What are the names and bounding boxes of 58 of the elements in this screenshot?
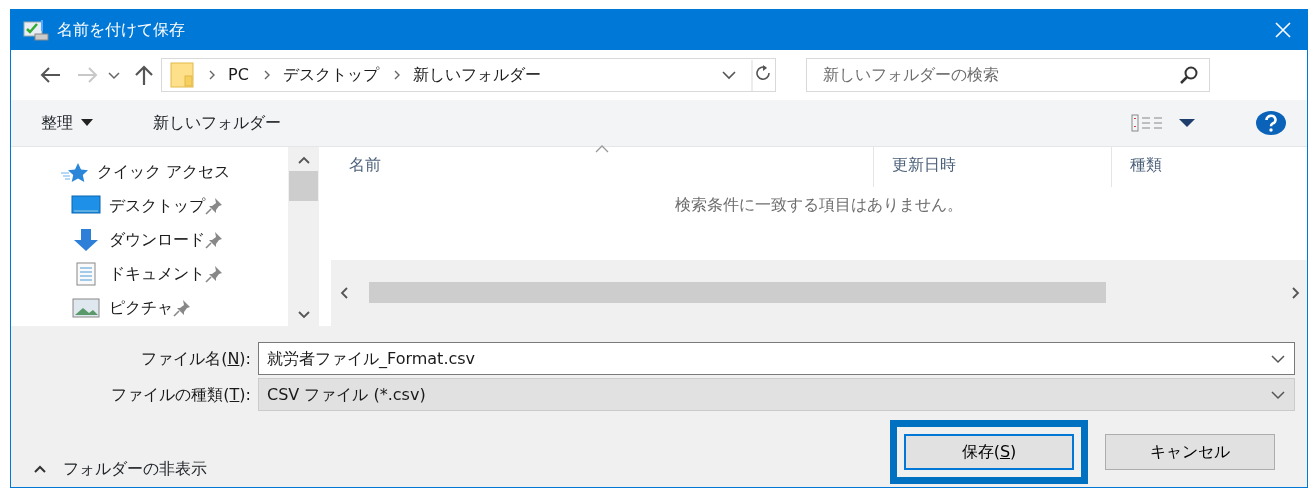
file-type-dropdown[interactable]: CSV ファイル (*.csv): [258, 378, 1295, 411]
search-icon[interactable]: [1179, 65, 1199, 85]
chevron-up-icon: [33, 464, 47, 474]
quick-access-item[interactable]: クイック アクセス: [11, 155, 231, 188]
breadcrumb[interactable]: デスクトップ: [282, 63, 379, 87]
back-icon: [39, 66, 61, 84]
scroll-thumb[interactable]: [369, 282, 1106, 304]
empty-message: 検索条件に一致する項目はありません。: [674, 194, 964, 216]
scroll-left-icon[interactable]: [339, 285, 349, 300]
column-header[interactable]: 名前: [331, 147, 874, 187]
save-dialog-icon: [23, 17, 49, 42]
chevron-right-icon: [208, 70, 216, 80]
breadcrumb[interactable]: 新しいフォルダー: [412, 63, 541, 87]
field-label: ファイル名(N):: [140, 347, 252, 370]
close-icon[interactable]: [1275, 21, 1291, 38]
file-name-field[interactable]: 就労者ファイル_Format.csv: [258, 342, 1295, 375]
sidebar-item[interactable]: ドキュメント: [11, 257, 229, 291]
sidebar-item[interactable]: ピクチャ: [11, 291, 197, 325]
folder-icon: [170, 62, 194, 88]
hide-folders-button[interactable]: フォルダーの非表示: [33, 457, 207, 481]
picture-icon: [71, 296, 101, 321]
scrollbar[interactable]: [288, 147, 319, 326]
up-arrow-icon[interactable]: [133, 64, 155, 86]
save-button[interactable]: 保存(S): [904, 434, 1074, 470]
chevron-right-icon: [262, 70, 271, 80]
pin-icon: [205, 265, 223, 284]
forward-icon: [77, 66, 99, 84]
breadcrumb[interactable]: PC: [228, 63, 249, 87]
chevron-right-icon: [392, 70, 401, 80]
scroll-thumb[interactable]: [289, 171, 318, 201]
dropdown-caret-icon[interactable]: [721, 70, 737, 80]
cancel-button[interactable]: キャンセル: [1105, 434, 1275, 470]
address-bar[interactable]: PC デスクトップ 新しいフォルダー: [161, 58, 776, 92]
sidebar-item[interactable]: デスクトップ: [11, 189, 229, 223]
organize-menu[interactable]: 整理: [41, 111, 93, 135]
star-icon: [61, 161, 89, 182]
scroll-down-icon[interactable]: [296, 310, 311, 320]
new-folder-button[interactable]: 新しいフォルダー: [153, 111, 281, 135]
help-icon[interactable]: [1255, 110, 1287, 136]
caret-icon: [81, 119, 93, 127]
view-options-button[interactable]: [1131, 114, 1195, 132]
pin-icon: [173, 299, 191, 318]
field-label: ファイルの種類(T):: [110, 383, 252, 406]
search-field[interactable]: 新しいフォルダーの検索: [806, 58, 1210, 92]
recent-locations-icon[interactable]: [107, 70, 121, 80]
dropdown-caret-icon: [1270, 389, 1286, 400]
scroll-right-icon[interactable]: [1291, 285, 1301, 300]
caret-icon: [1179, 119, 1195, 127]
column-header[interactable]: 更新日時: [874, 147, 1112, 187]
sort-ascending-icon: [595, 145, 609, 153]
pin-icon: [205, 230, 223, 249]
column-header[interactable]: 種類: [1112, 147, 1302, 187]
pin-icon: [205, 196, 223, 215]
scroll-up-icon[interactable]: [296, 155, 311, 165]
dropdown-caret-icon: [1270, 353, 1286, 364]
view-list-icon: [1131, 114, 1163, 132]
window-title: 名前を付けて保存: [57, 18, 185, 41]
sidebar-item[interactable]: ダウンロード: [11, 223, 229, 257]
